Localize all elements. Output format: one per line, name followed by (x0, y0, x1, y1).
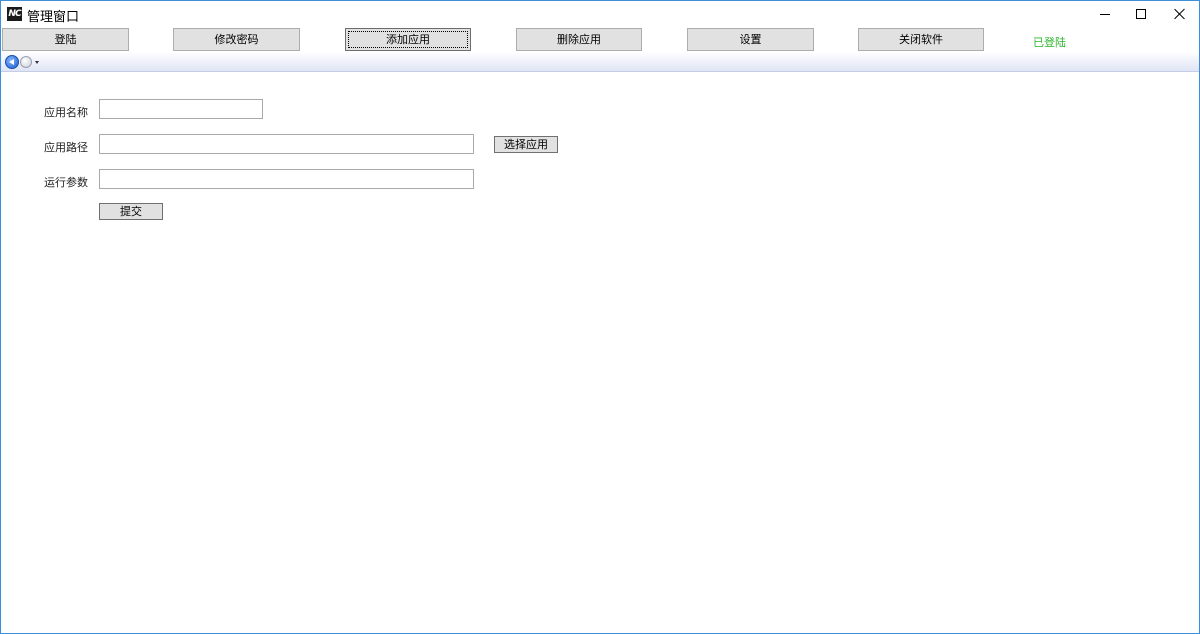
add-app-button[interactable]: 添加应用 (345, 28, 471, 51)
dropdown-arrow-icon[interactable] (35, 61, 39, 64)
title-bar[interactable]: NC 管理窗口 (1, 1, 1199, 27)
change-password-button[interactable]: 修改密码 (173, 28, 300, 51)
app-path-label: 应用路径 (44, 141, 88, 154)
maximize-button[interactable] (1121, 1, 1161, 27)
app-logo-icon: NC (7, 7, 22, 21)
delete-app-button[interactable]: 删除应用 (516, 28, 642, 51)
app-name-label: 应用名称 (44, 106, 88, 119)
minimize-button[interactable] (1085, 1, 1125, 27)
submit-button[interactable]: 提交 (99, 203, 163, 220)
run-args-label: 运行参数 (44, 176, 88, 189)
run-args-input[interactable] (99, 169, 474, 189)
close-button[interactable] (1160, 1, 1200, 27)
window-title: 管理窗口 (27, 10, 80, 25)
app-path-input[interactable] (99, 134, 474, 154)
minimize-icon (1100, 13, 1110, 15)
login-status-label: 已登陆 (1033, 36, 1066, 49)
app-name-input[interactable] (99, 99, 263, 119)
navigation-bar (1, 53, 1199, 72)
close-software-button[interactable]: 关闭软件 (858, 28, 984, 51)
forward-arrow-icon[interactable] (20, 56, 32, 68)
login-button[interactable]: 登陆 (2, 28, 129, 51)
main-window: NC 管理窗口 登陆 修改密码 添加应用 删除应用 设置 关闭软件 已登陆 应用… (0, 0, 1200, 634)
back-arrow-icon[interactable] (5, 55, 19, 69)
close-icon (1174, 8, 1186, 20)
select-app-button[interactable]: 选择应用 (494, 136, 558, 153)
maximize-icon (1136, 9, 1146, 19)
settings-button[interactable]: 设置 (687, 28, 814, 51)
